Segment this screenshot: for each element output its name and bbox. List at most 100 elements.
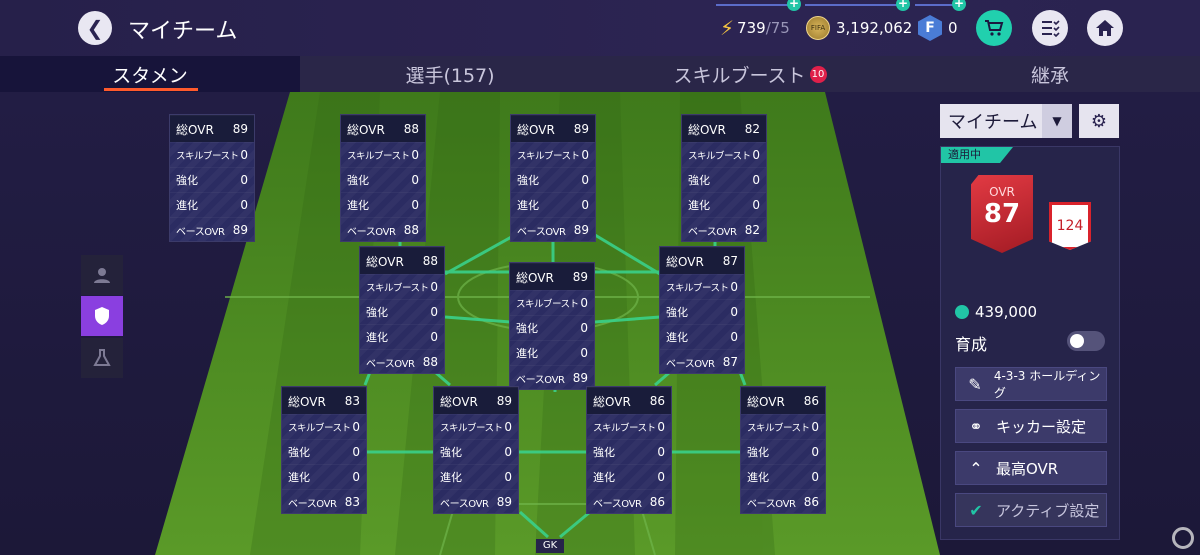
card-value-skill: 0 bbox=[352, 420, 360, 434]
card-row-enhance: 強化 0 bbox=[341, 167, 425, 192]
card-row-base: ベースOVR 86 bbox=[587, 489, 671, 513]
card-row-enhance: 強化 0 bbox=[282, 439, 366, 464]
kicker-settings-button[interactable]: ⚭ キッカー設定 bbox=[955, 409, 1107, 443]
card-label-base: ベースOVR bbox=[747, 498, 796, 510]
checklist-icon bbox=[1042, 20, 1060, 37]
card-value-evolve: 0 bbox=[411, 198, 419, 212]
card-row-evolve: 進化 0 bbox=[170, 192, 254, 217]
card-value-base: 88 bbox=[403, 223, 419, 237]
tab-players[interactable]: 選手(157) bbox=[300, 56, 600, 92]
card-label-ovr: 総OVR bbox=[666, 254, 704, 269]
player-card[interactable]: 総OVR 89 スキルブースト 0 強化 0 進化 0 ベースOVR 89 bbox=[510, 114, 596, 242]
card-value-ovr: 83 bbox=[344, 394, 360, 408]
card-row-base: ベースOVR 82 bbox=[682, 217, 766, 241]
card-value-evolve: 0 bbox=[504, 470, 512, 484]
gear-icon: ⚙ bbox=[1090, 110, 1108, 132]
person-view-button[interactable] bbox=[81, 255, 123, 295]
card-label-enhance: 強化 bbox=[593, 446, 615, 459]
player-card[interactable]: 総OVR 89 スキルブースト 0 強化 0 進化 0 ベースOVR 89 bbox=[169, 114, 255, 242]
card-label-enhance: 強化 bbox=[517, 174, 539, 187]
player-card[interactable]: 総OVR 86 スキルブースト 0 強化 0 進化 0 ベースOVR 86 bbox=[740, 386, 826, 514]
card-value-ovr: 87 bbox=[722, 254, 738, 268]
player-card[interactable]: 総OVR 88 スキルブースト 0 強化 0 進化 0 ベースOVR 88 bbox=[340, 114, 426, 242]
card-value-skill: 0 bbox=[730, 280, 738, 294]
best-ovr-button[interactable]: ⌃ 最高OVR bbox=[955, 451, 1107, 485]
card-label-ovr: 総OVR bbox=[688, 122, 726, 137]
coin-display: FIFA 3,192,062 bbox=[806, 8, 912, 48]
player-card[interactable]: 総OVR 83 スキルブースト 0 強化 0 進化 0 ベースOVR 83 bbox=[281, 386, 367, 514]
card-label-evolve: 進化 bbox=[440, 471, 462, 484]
shop-button[interactable] bbox=[976, 10, 1012, 46]
back-button[interactable]: ❮ bbox=[78, 11, 112, 45]
chemistry-view-button[interactable] bbox=[81, 338, 123, 378]
ovr-value: 87 bbox=[983, 199, 1021, 229]
tab-label: スタメン bbox=[112, 64, 188, 87]
card-label-enhance: 強化 bbox=[347, 174, 369, 187]
card-row-base: ベースOVR 89 bbox=[434, 489, 518, 513]
double-chevron-up-icon: ⌃ bbox=[969, 458, 983, 478]
card-label-ovr: 総OVR bbox=[517, 122, 555, 137]
card-value-enhance: 0 bbox=[752, 173, 760, 187]
card-label-ovr: 総OVR bbox=[747, 394, 785, 409]
card-row-enhance: 強化 0 bbox=[741, 439, 825, 464]
coin-bar bbox=[805, 4, 905, 6]
player-card[interactable]: 総OVR 89 スキルブースト 0 強化 0 進化 0 ベースOVR 89 bbox=[509, 262, 595, 390]
card-row-skill: スキルブースト 0 bbox=[682, 142, 766, 167]
energy-value: 739 bbox=[737, 19, 766, 37]
card-row-base: ベースOVR 89 bbox=[170, 217, 254, 241]
card-label-skill: スキルブースト bbox=[516, 299, 579, 310]
card-row-ovr: 総OVR 88 bbox=[341, 115, 425, 142]
card-label-enhance: 強化 bbox=[747, 446, 769, 459]
card-label-evolve: 進化 bbox=[688, 199, 710, 212]
card-label-base: ベースOVR bbox=[440, 498, 489, 510]
tab-bar: スタメン 選手(157) スキルブースト 10 継承 bbox=[0, 56, 1200, 92]
fifa-coin-icon: FIFA bbox=[806, 16, 830, 40]
tab-starting-lineup[interactable]: スタメン bbox=[0, 56, 300, 92]
card-row-skill: スキルブースト 0 bbox=[587, 414, 671, 439]
energy-max: /75 bbox=[765, 19, 790, 37]
card-row-ovr: 総OVR 88 bbox=[360, 247, 444, 274]
train-toggle[interactable] bbox=[1067, 331, 1105, 351]
card-label-enhance: 強化 bbox=[666, 306, 688, 319]
formation-label: 4-3-3 ホールディング bbox=[993, 369, 1101, 400]
page-title: マイチーム bbox=[128, 19, 238, 44]
card-value-evolve: 0 bbox=[240, 198, 248, 212]
active-settings-label: アクティブ設定 bbox=[996, 501, 1100, 520]
card-value-enhance: 0 bbox=[730, 305, 738, 319]
player-card[interactable]: 総OVR 87 スキルブースト 0 強化 0 進化 0 ベースOVR 87 bbox=[659, 246, 745, 374]
card-row-enhance: 強化 0 bbox=[511, 167, 595, 192]
settings-button[interactable]: ⚙ bbox=[1079, 104, 1119, 138]
player-card[interactable]: 総OVR 86 スキルブースト 0 強化 0 進化 0 ベースOVR 86 bbox=[586, 386, 672, 514]
card-label-base: ベースOVR bbox=[176, 226, 225, 238]
card-value-base: 88 bbox=[422, 355, 438, 369]
tab-skill-boost[interactable]: スキルブースト 10 bbox=[600, 56, 900, 92]
shield-icon bbox=[95, 307, 109, 325]
team-select[interactable]: マイチーム ▼ bbox=[940, 104, 1072, 138]
card-value-ovr: 88 bbox=[403, 122, 419, 136]
player-card[interactable]: 総OVR 89 スキルブースト 0 強化 0 進化 0 ベースOVR 89 bbox=[433, 386, 519, 514]
card-value-ovr: 82 bbox=[744, 122, 760, 136]
coin-icon bbox=[955, 305, 969, 319]
card-value-skill: 0 bbox=[811, 420, 819, 434]
gk-position-label: GK bbox=[536, 539, 564, 553]
player-card[interactable]: 総OVR 82 スキルブースト 0 強化 0 進化 0 ベースOVR 82 bbox=[681, 114, 767, 242]
kicker-icon: ⚭ bbox=[969, 416, 983, 436]
card-row-evolve: 進化 0 bbox=[360, 324, 444, 349]
tab-label: 選手(157) bbox=[405, 64, 495, 87]
card-row-skill: スキルブースト 0 bbox=[510, 290, 594, 315]
home-button[interactable] bbox=[1087, 10, 1123, 46]
ovr-label: OVR bbox=[989, 185, 1015, 199]
tab-inheritance[interactable]: 継承 bbox=[900, 56, 1200, 92]
checklist-button[interactable] bbox=[1032, 10, 1068, 46]
card-row-ovr: 総OVR 82 bbox=[682, 115, 766, 142]
card-value-base: 86 bbox=[649, 495, 665, 509]
card-label-enhance: 強化 bbox=[516, 322, 538, 335]
card-value-base: 89 bbox=[572, 371, 588, 385]
formation-button[interactable]: ✎ 4-3-3 ホールディング bbox=[955, 367, 1107, 401]
card-label-skill: スキルブースト bbox=[288, 423, 351, 434]
card-row-enhance: 強化 0 bbox=[682, 167, 766, 192]
active-settings-button[interactable]: ✔ アクティブ設定 bbox=[955, 493, 1107, 527]
player-card[interactable]: 総OVR 88 スキルブースト 0 強化 0 進化 0 ベースOVR 88 bbox=[359, 246, 445, 374]
formation-view-button[interactable] bbox=[81, 296, 123, 336]
team-value-badge: 124 bbox=[1049, 202, 1091, 250]
